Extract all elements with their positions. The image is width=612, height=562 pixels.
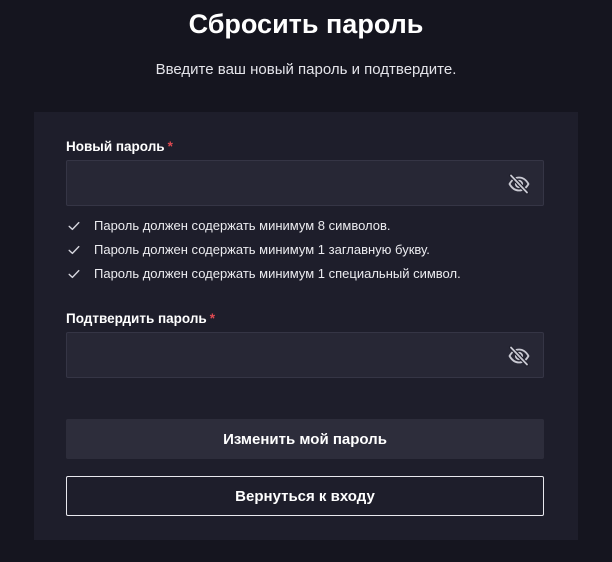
page-title: Сбросить пароль (188, 9, 424, 39)
new-password-label-text: Новый пароль (66, 139, 165, 154)
password-rule: Пароль должен содержать минимум 8 символ… (66, 216, 461, 240)
required-mark: * (167, 139, 173, 154)
back-to-login-button[interactable]: Вернуться к входу (66, 476, 544, 516)
change-password-button[interactable]: Изменить мой пароль (66, 419, 544, 459)
eye-slash-icon[interactable] (507, 344, 531, 368)
password-rule: Пароль должен содержать минимум 1 заглав… (66, 240, 461, 264)
confirm-password-field (66, 332, 544, 378)
check-icon (68, 245, 80, 255)
eye-slash-icon[interactable] (507, 172, 531, 196)
new-password-field (66, 160, 544, 206)
new-password-input[interactable] (67, 161, 487, 205)
page-subtitle: Введите ваш новый пароль и подтвердите. (155, 61, 457, 78)
password-rule-text: Пароль должен содержать минимум 1 специа… (94, 266, 461, 281)
password-rules-list: Пароль должен содержать минимум 8 символ… (66, 216, 461, 288)
password-rule-text: Пароль должен содержать минимум 1 заглав… (94, 242, 430, 257)
confirm-password-input[interactable] (67, 333, 487, 377)
new-password-label: Новый пароль * (66, 138, 173, 156)
password-rule-text: Пароль должен содержать минимум 8 символ… (94, 218, 391, 233)
confirm-password-label-text: Подтвердить пароль (66, 311, 207, 326)
confirm-password-label: Подтвердить пароль * (66, 310, 215, 328)
password-rule: Пароль должен содержать минимум 1 специа… (66, 264, 461, 288)
required-mark: * (209, 311, 215, 326)
check-icon (68, 221, 80, 231)
check-icon (68, 269, 80, 279)
reset-password-card: Новый пароль * Пароль должен содержать ми… (34, 112, 578, 540)
